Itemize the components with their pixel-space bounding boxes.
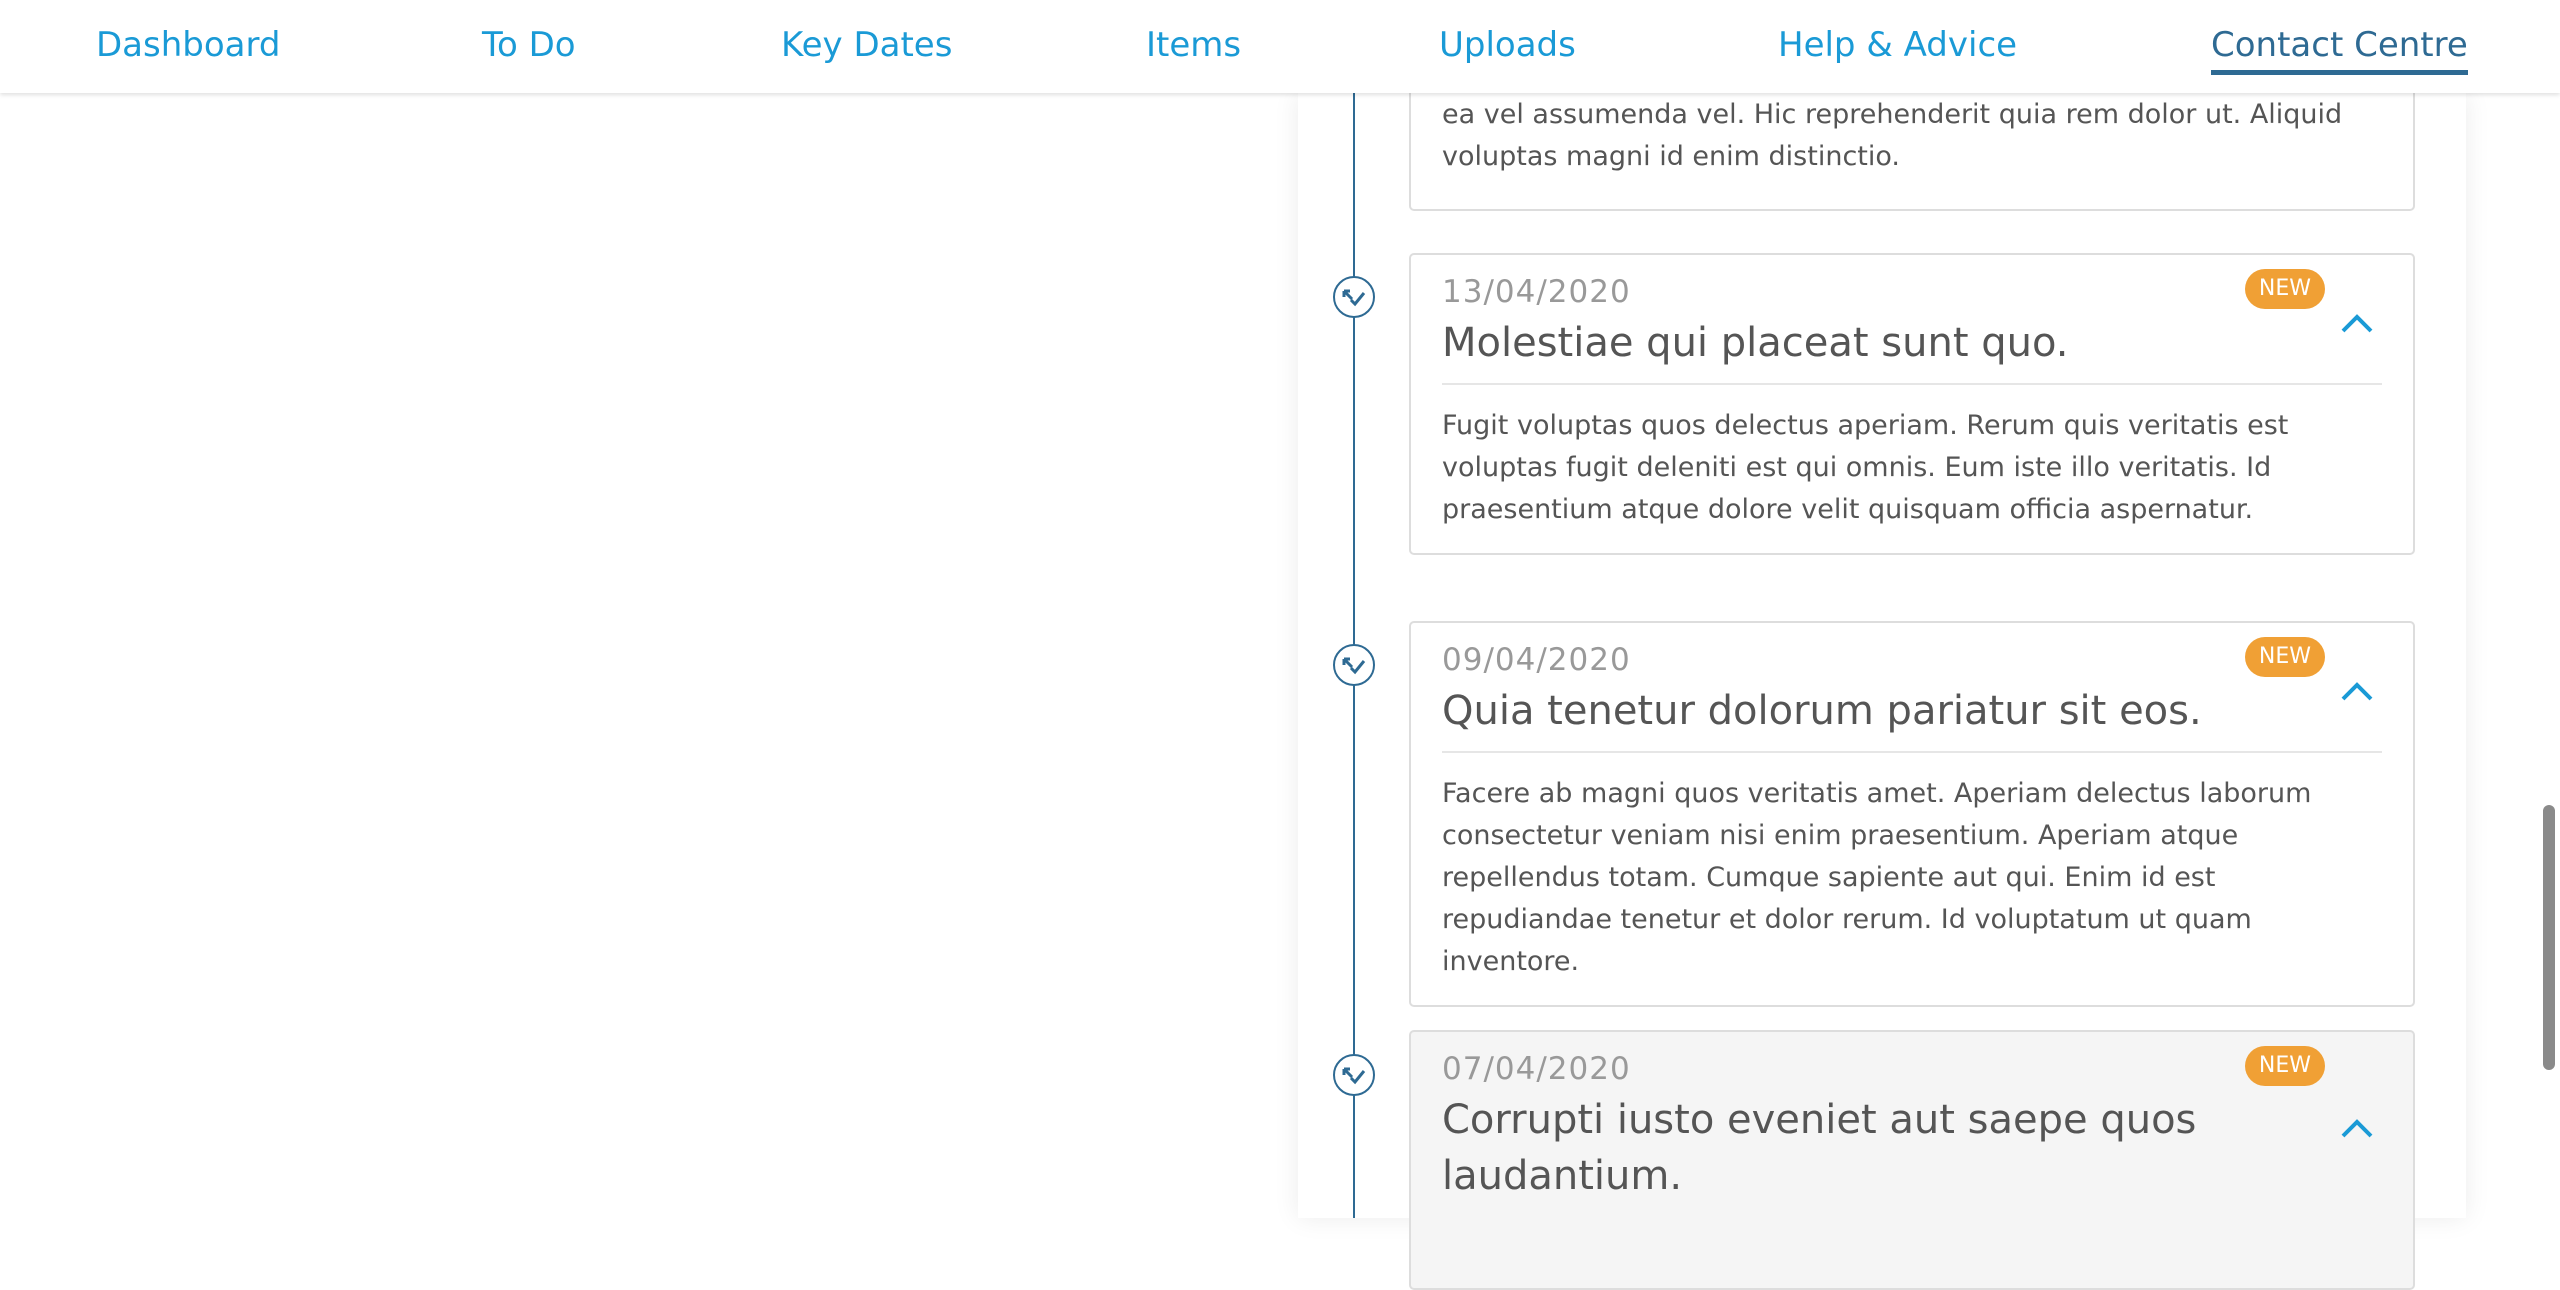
nav-items[interactable]: Items xyxy=(1146,22,1241,68)
new-badge: NEW xyxy=(2244,1046,2325,1086)
card-date: 07/04/2020 xyxy=(1442,1051,1631,1087)
chevron-up-icon[interactable] xyxy=(2339,1112,2375,1142)
nav-dashboard[interactable]: Dashboard xyxy=(96,22,280,68)
new-badge: NEW xyxy=(2244,637,2325,677)
new-badge: NEW xyxy=(2244,269,2325,309)
timeline-card: 07/04/2020 NEW Corrupti iusto eveniet au… xyxy=(1409,1030,2415,1290)
nav-help-advice[interactable]: Help & Advice xyxy=(1778,22,2017,68)
check-arrow-icon xyxy=(1333,276,1375,318)
scrollbar[interactable] xyxy=(2543,805,2555,1070)
card-title: Molestiae qui placeat sunt quo. xyxy=(1442,315,2382,385)
card-title: Quia tenetur dolorum pariatur sit eos. xyxy=(1442,683,2382,753)
chevron-up-icon[interactable] xyxy=(2339,307,2375,337)
nav-uploads[interactable]: Uploads xyxy=(1439,22,1576,68)
nav-to-do[interactable]: To Do xyxy=(482,22,576,68)
check-arrow-icon xyxy=(1333,644,1375,686)
card-date: 09/04/2020 xyxy=(1442,642,1631,678)
chevron-up-icon[interactable] xyxy=(2339,675,2375,705)
nav-key-dates[interactable]: Key Dates xyxy=(781,22,952,68)
top-nav: Dashboard To Do Key Dates Items Uploads … xyxy=(0,0,2560,93)
timeline-card: 13/04/2020 NEW Molestiae qui placeat sun… xyxy=(1409,253,2415,555)
nav-contact-centre[interactable]: Contact Centre xyxy=(2211,22,2468,75)
card-body: ea vel assumenda vel. Hic reprehenderit … xyxy=(1442,99,2343,172)
card-date: 13/04/2020 xyxy=(1442,274,1631,310)
card-body: Facere ab magni quos veritatis amet. Ape… xyxy=(1442,778,2312,977)
check-arrow-icon xyxy=(1333,1054,1375,1096)
card-body: Fugit voluptas quos delectus aperiam. Re… xyxy=(1442,410,2289,525)
card-title: Corrupti iusto eveniet aut saepe quos la… xyxy=(1442,1097,2197,1199)
timeline-card: 09/04/2020 NEW Quia tenetur dolorum pari… xyxy=(1409,621,2415,1007)
